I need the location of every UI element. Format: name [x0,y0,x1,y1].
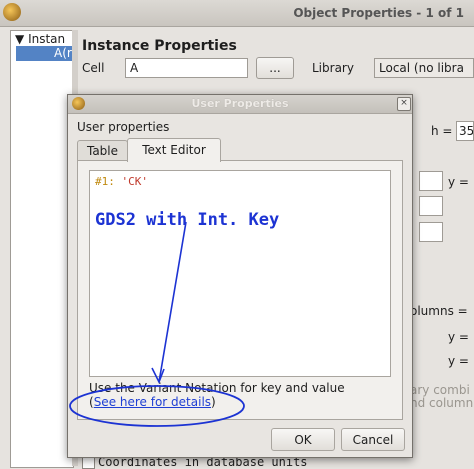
column-hint: nd column [410,396,474,410]
tree-child-label: A(r [54,46,72,60]
window-title: Object Properties - 1 of 1 [293,6,464,20]
y-label-3: y = [448,354,469,368]
cell-label: Cell [82,61,105,75]
field-input-3[interactable] [419,222,443,242]
instance-properties-heading: Instance Properties [82,38,237,54]
tab-text-editor[interactable]: Text Editor [127,138,221,162]
field-input-2[interactable] [419,196,443,216]
tree-selected-item[interactable]: A(r [16,46,73,61]
code-line-value: 'CK' [121,175,149,188]
window-titlebar[interactable]: Object Properties - 1 of 1 [0,0,474,27]
close-icon[interactable]: × [397,97,411,111]
code-line-number: #1: [95,175,115,188]
browse-cell-button[interactable]: ... [256,57,294,79]
details-close-paren: ) [211,395,216,409]
columns-label: olumns = [410,304,468,318]
tree-root-item[interactable]: ▼ Instan [15,32,65,46]
text-editor-pane: #1: 'CK' GDS2 with Int. Key Use the Vari… [77,160,403,420]
cell-input[interactable]: A [125,58,248,78]
x-input[interactable] [419,171,443,191]
cancel-button[interactable]: Cancel [341,428,405,451]
user-properties-label: User properties [77,120,170,134]
collapse-triangle-icon[interactable]: ▼ [15,32,24,46]
array-hint: ary combi [410,383,470,397]
h-input[interactable]: 35 [456,121,474,141]
details-link[interactable]: See here for details [94,395,211,409]
object-tree[interactable]: ▼ Instan A(r [10,30,74,468]
y-label: y = [448,175,469,189]
tree-root-label: Instan [28,32,66,46]
ok-button[interactable]: OK [271,428,335,451]
dialog-titlebar[interactable]: User Properties × [68,95,412,114]
library-label: Library [312,61,354,75]
h-label: h = [431,124,453,138]
text-editor-area[interactable]: #1: 'CK' GDS2 with Int. Key [89,170,391,377]
dialog-title: User Properties [191,97,289,110]
annotation-text: GDS2 with Int. Key [95,210,280,230]
library-select[interactable]: Local (no libra [374,58,474,78]
user-properties-dialog: User Properties × User properties Table … [67,94,413,458]
code-line: #1: 'CK' [95,175,148,188]
details-line: (See here for details) [89,395,216,409]
y-label-2: y = [448,330,469,344]
variant-notation-text: Use the Variant Notation for key and val… [89,381,345,395]
tab-table[interactable]: Table [77,140,128,161]
